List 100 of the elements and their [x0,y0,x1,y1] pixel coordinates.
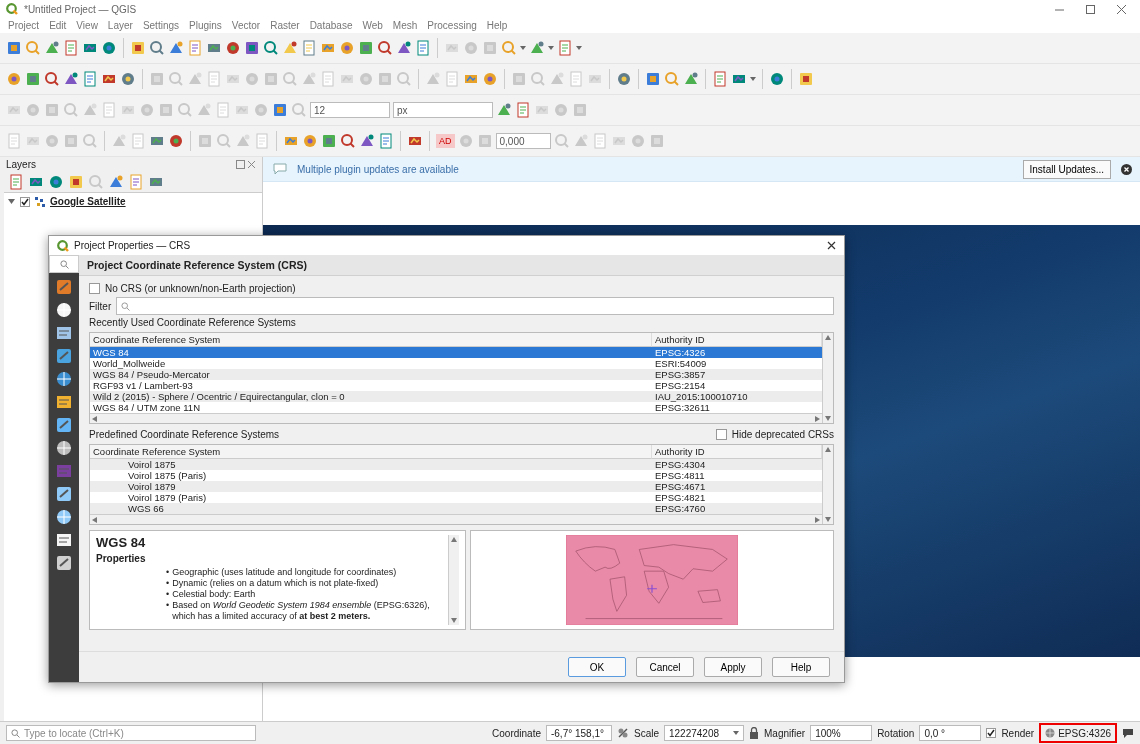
tool-icon[interactable] [168,40,184,56]
tool-icon[interactable] [340,133,356,149]
extents-icon[interactable] [616,727,629,739]
scale-dropdown[interactable]: 122274208 [664,725,744,741]
tool-icon[interactable] [6,40,22,56]
tool-icon[interactable] [108,174,124,190]
tool-icon[interactable] [130,40,146,56]
lock-icon[interactable] [749,727,759,739]
close-icon[interactable] [827,241,836,250]
tool-icon[interactable] [63,71,79,87]
tool-icon[interactable] [515,102,531,118]
tool-icon[interactable] [378,133,394,149]
tool-icon[interactable] [616,71,632,87]
menu-item[interactable]: Web [362,20,383,31]
settings-page-icon[interactable] [55,393,73,411]
column-header[interactable]: Authority ID [652,445,822,459]
locate-field[interactable]: Type to locate (Ctrl+K) [6,725,256,741]
column-header[interactable]: Coordinate Reference System [90,445,652,459]
tool-icon[interactable] [712,71,728,87]
caret-icon[interactable] [576,46,582,50]
tool-icon[interactable] [120,71,136,87]
dialog-button[interactable]: Cancel [636,657,694,677]
tool-icon[interactable] [301,40,317,56]
tool-icon[interactable] [769,71,785,87]
panel-controls-icon[interactable] [236,160,256,169]
tool-icon[interactable] [496,102,512,118]
settings-page-icon[interactable] [55,324,73,342]
tool-icon[interactable] [798,71,814,87]
font-size-field[interactable]: 12 [310,102,390,118]
checkbox[interactable] [89,282,100,294]
tool-icon[interactable] [6,71,22,87]
settings-page-icon[interactable] [55,416,73,434]
tool-icon[interactable] [272,102,288,118]
tool-icon[interactable] [683,71,699,87]
column-header[interactable]: Authority ID [652,333,822,347]
search-field[interactable] [49,255,79,273]
tool-icon[interactable] [339,40,355,56]
tool-icon[interactable] [225,40,241,56]
caret-icon[interactable] [548,46,554,50]
menu-item[interactable]: Layer [107,20,133,31]
caret-icon[interactable] [520,46,526,50]
table-row[interactable]: WGS 66 EPSG:4760 [90,503,822,514]
label-tool-button[interactable]: AD [436,134,455,148]
tool-icon[interactable] [282,40,298,56]
settings-page-icon[interactable] [55,301,73,319]
tool-icon[interactable] [302,133,318,149]
rotation-field[interactable]: 0,0 ° [919,725,982,741]
table-row[interactable]: WGS 84 / UTM zone 11N EPSG:32611 [90,402,822,413]
table-row[interactable]: WGS 84 / Pseudo-Mercator EPSG:3857 [90,369,822,380]
table-row[interactable]: Voirol 1879 (Paris) EPSG:4821 [90,492,822,503]
tool-icon[interactable] [244,40,260,56]
tool-icon[interactable] [128,174,144,190]
settings-page-icon[interactable] [55,508,73,526]
settings-page-icon[interactable] [55,439,73,457]
scroll-left-icon[interactable] [92,516,97,523]
tool-icon[interactable] [529,40,545,56]
table-row[interactable]: Wild 2 (2015) - Sphere / Ocentric / Equirectangular, clon = 0 IAU_2015:100010710 [90,391,822,402]
table-row[interactable]: WGS 84 EPSG:4326 [90,347,822,358]
scroll-right-icon[interactable] [815,415,820,422]
table-row[interactable]: Voirol 1875 (Paris) EPSG:4811 [90,470,822,481]
coordinate-field[interactable]: -6,7° 158,1° [545,725,612,741]
tool-icon[interactable] [557,40,573,56]
maximize-icon[interactable] [1086,4,1095,14]
scroll-down-icon[interactable] [825,517,831,522]
checkbox[interactable] [20,196,30,207]
scroll-down-icon[interactable] [825,416,831,421]
menu-item[interactable]: Vector [231,20,261,31]
menu-item[interactable]: Edit [49,20,67,31]
settings-page-icon[interactable] [55,531,73,549]
tool-icon[interactable] [396,40,412,56]
expand-arrow-icon[interactable] [8,198,15,205]
tool-icon[interactable] [377,40,393,56]
magnifier-field[interactable]: 100% [810,725,873,741]
tool-icon[interactable] [358,40,374,56]
tool-icon[interactable] [63,40,79,56]
scroll-up-icon[interactable] [450,537,457,542]
tool-icon[interactable] [415,40,431,56]
tool-icon[interactable] [482,71,498,87]
menu-item[interactable]: Raster [270,20,300,31]
offset-field[interactable]: 0,000 [495,133,551,149]
menu-item[interactable]: Settings [142,20,179,31]
menu-item[interactable]: Plugins [189,20,222,31]
table-row[interactable]: Voirol 1875 EPSG:4304 [90,459,822,470]
close-icon[interactable] [1117,4,1126,14]
table-row[interactable]: RGF93 v1 / Lambert-93 EPSG:2154 [90,380,822,391]
tool-icon[interactable] [187,40,203,56]
scroll-down-icon[interactable] [450,618,457,623]
tool-icon[interactable] [263,40,279,56]
tool-icon[interactable] [44,71,60,87]
tool-icon[interactable] [82,71,98,87]
dialog-button[interactable]: Help [772,657,830,677]
table-row[interactable]: World_Mollweide ESRI:54009 [90,358,822,369]
tool-icon[interactable] [25,71,41,87]
install-updates-button[interactable]: Install Updates... [1022,159,1111,179]
menu-item[interactable]: Help [486,20,508,31]
menu-item[interactable]: Project [8,20,40,31]
close-icon[interactable] [1121,163,1132,175]
tool-icon[interactable] [44,40,60,56]
dialog-button[interactable]: Apply [704,657,762,677]
messages-icon[interactable] [1122,727,1134,739]
